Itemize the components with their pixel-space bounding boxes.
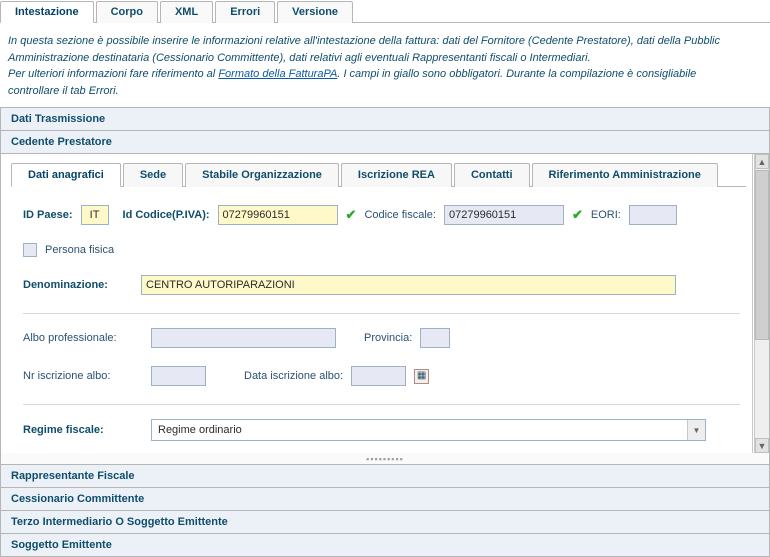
albo-prof-input[interactable] (151, 328, 336, 348)
accordion: Dati Trasmissione Cedente Prestatore Dat… (0, 107, 770, 557)
form-area: ID Paese: Id Codice(P.IVA): ✔ Codice fis… (11, 205, 746, 441)
tab-corpo[interactable]: Corpo (96, 1, 158, 23)
denominazione-label: Denominazione: (23, 279, 133, 291)
itab-stabile-org[interactable]: Stabile Organizzazione (185, 163, 339, 187)
itab-sede[interactable]: Sede (123, 163, 183, 187)
id-paese-input[interactable] (81, 205, 109, 225)
acc-cedente-body: Dati anagrafici Sede Stabile Organizzazi… (0, 154, 770, 453)
tab-xml[interactable]: XML (160, 1, 213, 23)
acc-terzo-intermediario[interactable]: Terzo Intermediario O Soggetto Emittente (0, 511, 770, 534)
regime-fiscale-select[interactable]: Regime ordinario ▼ (151, 419, 706, 441)
provincia-label: Provincia: (364, 332, 412, 344)
chevron-down-icon: ▼ (687, 420, 705, 440)
codice-fiscale-label: Codice fiscale: (364, 209, 436, 221)
intro-line2: Amministrazione destinataria (Cessionari… (8, 52, 591, 64)
acc-cedente-prestatore[interactable]: Cedente Prestatore (0, 131, 770, 154)
itab-rif-amm[interactable]: Riferimento Amministrazione (532, 163, 718, 187)
albo-prof-label: Albo professionale: (23, 332, 143, 344)
id-codice-input[interactable] (218, 205, 338, 225)
tab-intestazione[interactable]: Intestazione (0, 1, 94, 23)
check-icon: ✔ (572, 207, 583, 223)
tab-versione[interactable]: Versione (277, 1, 353, 23)
formato-fatturapa-link[interactable]: Formato della FatturaPA (218, 68, 337, 80)
nr-iscrizione-input[interactable] (151, 366, 206, 386)
acc-soggetto-emittente[interactable]: Soggetto Emittente (0, 534, 770, 557)
persona-fisica-checkbox[interactable] (23, 243, 37, 257)
denominazione-input[interactable] (141, 275, 676, 295)
intro-line1: In questa sezione è possibile inserire l… (8, 35, 720, 47)
inner-tabs: Dati anagrafici Sede Stabile Organizzazi… (11, 162, 746, 187)
acc-cessionario-committente[interactable]: Cessionario Committente (0, 488, 770, 511)
acc-dati-trasmissione[interactable]: Dati Trasmissione (0, 108, 770, 131)
persona-fisica-label: Persona fisica (45, 244, 114, 256)
data-iscrizione-input[interactable] (351, 366, 406, 386)
separator (23, 404, 740, 405)
id-codice-label: Id Codice(P.IVA): (123, 209, 210, 221)
data-iscrizione-label: Data iscrizione albo: (244, 370, 343, 382)
itab-dati-anagrafici[interactable]: Dati anagrafici (11, 163, 121, 187)
vertical-scrollbar[interactable]: ▲ ▼ (754, 154, 769, 453)
intro-text: In questa sezione è possibile inserire l… (0, 23, 770, 107)
provincia-input[interactable] (420, 328, 450, 348)
regime-fiscale-label: Regime fiscale: (23, 424, 143, 436)
eori-label: EORI: (591, 209, 621, 221)
separator (23, 313, 740, 314)
scroll-down-button[interactable]: ▼ (755, 438, 769, 453)
scroll-up-button[interactable]: ▲ (755, 154, 769, 169)
eori-input[interactable] (629, 205, 677, 225)
codice-fiscale-input[interactable] (444, 205, 564, 225)
intro-line3b: . I campi in giallo sono obbligatori. Du… (337, 68, 696, 80)
acc-rappresentante-fiscale[interactable]: Rappresentante Fiscale (0, 465, 770, 488)
tab-errori[interactable]: Errori (215, 1, 275, 23)
intro-line3a: Per ulteriori informazioni fare riferime… (8, 68, 218, 80)
top-tabs: Intestazione Corpo XML Errori Versione (0, 0, 770, 23)
regime-fiscale-value: Regime ordinario (158, 424, 242, 436)
itab-iscrizione-rea[interactable]: Iscrizione REA (341, 163, 452, 187)
nr-iscrizione-label: Nr iscrizione albo: (23, 370, 143, 382)
id-paese-label: ID Paese: (23, 209, 73, 221)
scroll-thumb[interactable] (755, 170, 769, 340)
intro-line4: controllare il tab Errori. (8, 85, 119, 97)
calendar-icon[interactable]: ▦ (414, 369, 429, 384)
itab-contatti[interactable]: Contatti (454, 163, 530, 187)
resize-grip[interactable]: ▪▪▪▪▪▪▪▪▪ (0, 453, 770, 465)
check-icon: ✔ (346, 207, 357, 223)
